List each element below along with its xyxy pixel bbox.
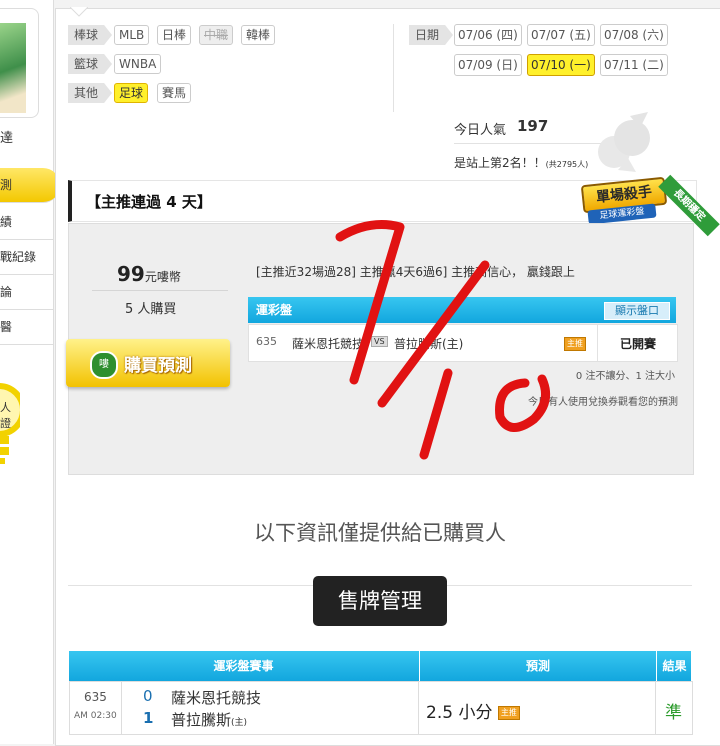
trophy-watermark-icon [598, 112, 650, 172]
chip-korea-baseball[interactable]: 韓棒 [241, 25, 276, 45]
username-fragment: 達 [0, 131, 14, 146]
show-odds-button[interactable]: 顯示盤口 [604, 302, 670, 320]
team1-name: 薩米恩托競技 [171, 689, 262, 707]
date-0708[interactable]: 07/08 (六) [600, 24, 668, 46]
game-status: 已開賽 [620, 337, 657, 351]
price: 99元嘍幣 [117, 262, 181, 286]
result-game-number: 635 [84, 690, 107, 704]
avatar[interactable] [0, 23, 26, 113]
date-0710[interactable]: 07/10 (一) [527, 54, 595, 76]
team2-score: 1 [143, 709, 154, 727]
coin-icon: 嘍 [90, 351, 118, 379]
left-sidebar: 達 測 績 戰紀錄 論 醫 人 證 [0, 0, 60, 744]
row-divider-3 [655, 682, 656, 734]
row-divider-2 [418, 682, 419, 734]
date-0709[interactable]: 07/09 (日) [454, 54, 522, 76]
rank-text: 是站上第2名！！(共2795人) [454, 156, 589, 170]
result-main-pick-badge: 主推 [497, 706, 520, 720]
buyers-count: 5 人購買 [125, 302, 177, 317]
col-result: 結果 [656, 651, 692, 681]
chip-japan-baseball[interactable]: 日棒 [157, 25, 192, 45]
popularity-value: 197 [517, 117, 549, 135]
team1-score: 0 [143, 687, 153, 705]
result-game-time: AM 02:30 [74, 711, 117, 721]
chip-mlb[interactable]: MLB [114, 25, 150, 45]
price-divider [92, 290, 228, 291]
avatar-frame [0, 8, 39, 118]
date-label: 日期 [409, 25, 454, 45]
buy-prediction-button[interactable]: 嘍 購買預測 [66, 339, 230, 387]
popularity-label: 今日人氣 [454, 123, 507, 138]
result-row [69, 681, 693, 735]
row-divider-1 [121, 682, 122, 734]
team2-name: 普拉騰斯(主) [171, 711, 248, 729]
other-label: 其他 [68, 83, 113, 103]
result-value: 準 [665, 703, 682, 723]
col-prediction: 預測 [419, 651, 656, 681]
buy-button-label: 購買預測 [124, 356, 192, 376]
chip-soccer[interactable]: 足球 [114, 83, 149, 103]
chip-horse-racing[interactable]: 賽馬 [157, 83, 192, 103]
panel-pointer-icon [70, 7, 88, 17]
chip-cpbl: 中職 [199, 25, 234, 45]
basketball-label: 籃球 [68, 54, 113, 74]
sidebar-item-prediction[interactable]: 測 [0, 168, 60, 203]
promo-title: 【主推連過 4 天】 [86, 193, 212, 211]
filter-divider [393, 24, 394, 112]
prediction-value: 2.5 小分 主推 [426, 698, 520, 723]
result-table-header: 運彩盤賽事 預測 結果 [69, 651, 691, 681]
sidebar-item-discussion[interactable]: 論 [0, 275, 53, 310]
sidebar-item-history[interactable]: 戰紀錄 [0, 240, 53, 275]
sidebar-item-record[interactable]: 績 [0, 205, 53, 240]
col-game: 運彩盤賽事 [213, 659, 274, 673]
buyers-only-notice: 以下資訊僅提供給已購買人 [254, 521, 506, 545]
date-0707[interactable]: 07/07 (五) [527, 24, 595, 46]
popularity-divider [454, 143, 604, 144]
handwritten-7-10-annotation [335, 220, 551, 460]
sale-management-button[interactable]: 售牌管理 [313, 576, 447, 626]
chip-wnba[interactable]: WNBA [114, 54, 162, 74]
game-number: 635 [256, 335, 277, 348]
date-0706[interactable]: 07/06 (四) [454, 24, 522, 46]
bulb-caption: 人 證 [0, 401, 11, 430]
sidebar-item-medal[interactable]: 醫 [0, 310, 53, 345]
date-0711[interactable]: 07/11 (二) [600, 54, 668, 76]
baseball-label: 棒球 [68, 25, 113, 45]
